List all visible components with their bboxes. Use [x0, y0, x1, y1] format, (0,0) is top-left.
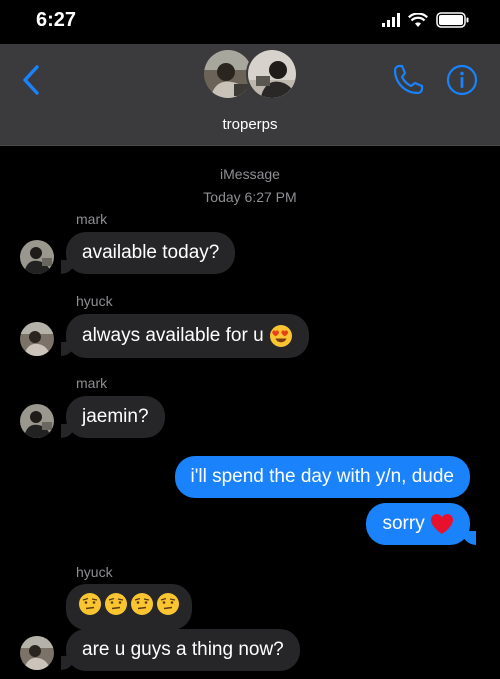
thread-timestamp: Today 6:27 PM: [203, 189, 297, 205]
raised-eyebrow-emoji-icon: [79, 593, 101, 615]
outgoing-message-bubble[interactable]: i'll spend the day with y/n, dude: [174, 456, 470, 498]
sender-name: hyuck: [76, 564, 113, 580]
avatar: [20, 404, 54, 438]
service-label: iMessage: [220, 166, 280, 182]
call-button[interactable]: [390, 62, 426, 98]
avatar: [20, 322, 54, 356]
raised-eyebrow-emoji-icon: [157, 593, 179, 615]
info-button[interactable]: [446, 64, 478, 96]
message-bubble[interactable]: are u guys a thing now?: [66, 629, 300, 671]
message-text: i'll spend the day with y/n, dude: [190, 466, 454, 487]
status-bar: 6:27: [0, 0, 500, 44]
group-avatar[interactable]: [202, 48, 302, 104]
wifi-icon: [408, 12, 428, 27]
emoji-row: [78, 592, 180, 616]
sender-name: mark: [76, 375, 108, 391]
chevron-left-icon: [23, 65, 39, 95]
message-bubble[interactable]: jaemin?: [66, 396, 165, 438]
sender-name: hyuck: [76, 293, 113, 309]
phone-icon: [393, 64, 424, 95]
status-icons: [382, 12, 470, 28]
sender-name: mark: [76, 211, 108, 227]
cellular-signal-icon: [382, 13, 400, 27]
raised-eyebrow-emoji-icon: [131, 593, 153, 615]
message-bubble[interactable]: available today?: [66, 232, 236, 274]
conversation-header: troperps: [0, 44, 500, 146]
status-time: 6:27: [36, 9, 77, 31]
message-text: are u guys a thing now?: [82, 639, 284, 660]
avatar: [20, 636, 54, 670]
battery-icon: [436, 12, 469, 28]
message-text: sorry: [382, 513, 425, 535]
raised-eyebrow-emoji-icon: [105, 593, 127, 615]
message-text: available today?: [82, 242, 220, 263]
group-name[interactable]: troperps: [0, 116, 500, 133]
message-bubble[interactable]: [66, 584, 192, 630]
message-text: always available for u: [82, 325, 264, 347]
heart-eyes-emoji-icon: [269, 325, 292, 347]
avatar: [20, 240, 54, 274]
message-bubble[interactable]: always available for u: [66, 314, 309, 358]
group-avatar-photo-2: [246, 48, 298, 100]
message-text: jaemin?: [82, 406, 149, 427]
red-heart-emoji-icon: [431, 514, 453, 534]
back-button[interactable]: [16, 62, 46, 98]
info-icon: [446, 64, 478, 96]
outgoing-message-bubble[interactable]: sorry: [366, 503, 470, 546]
